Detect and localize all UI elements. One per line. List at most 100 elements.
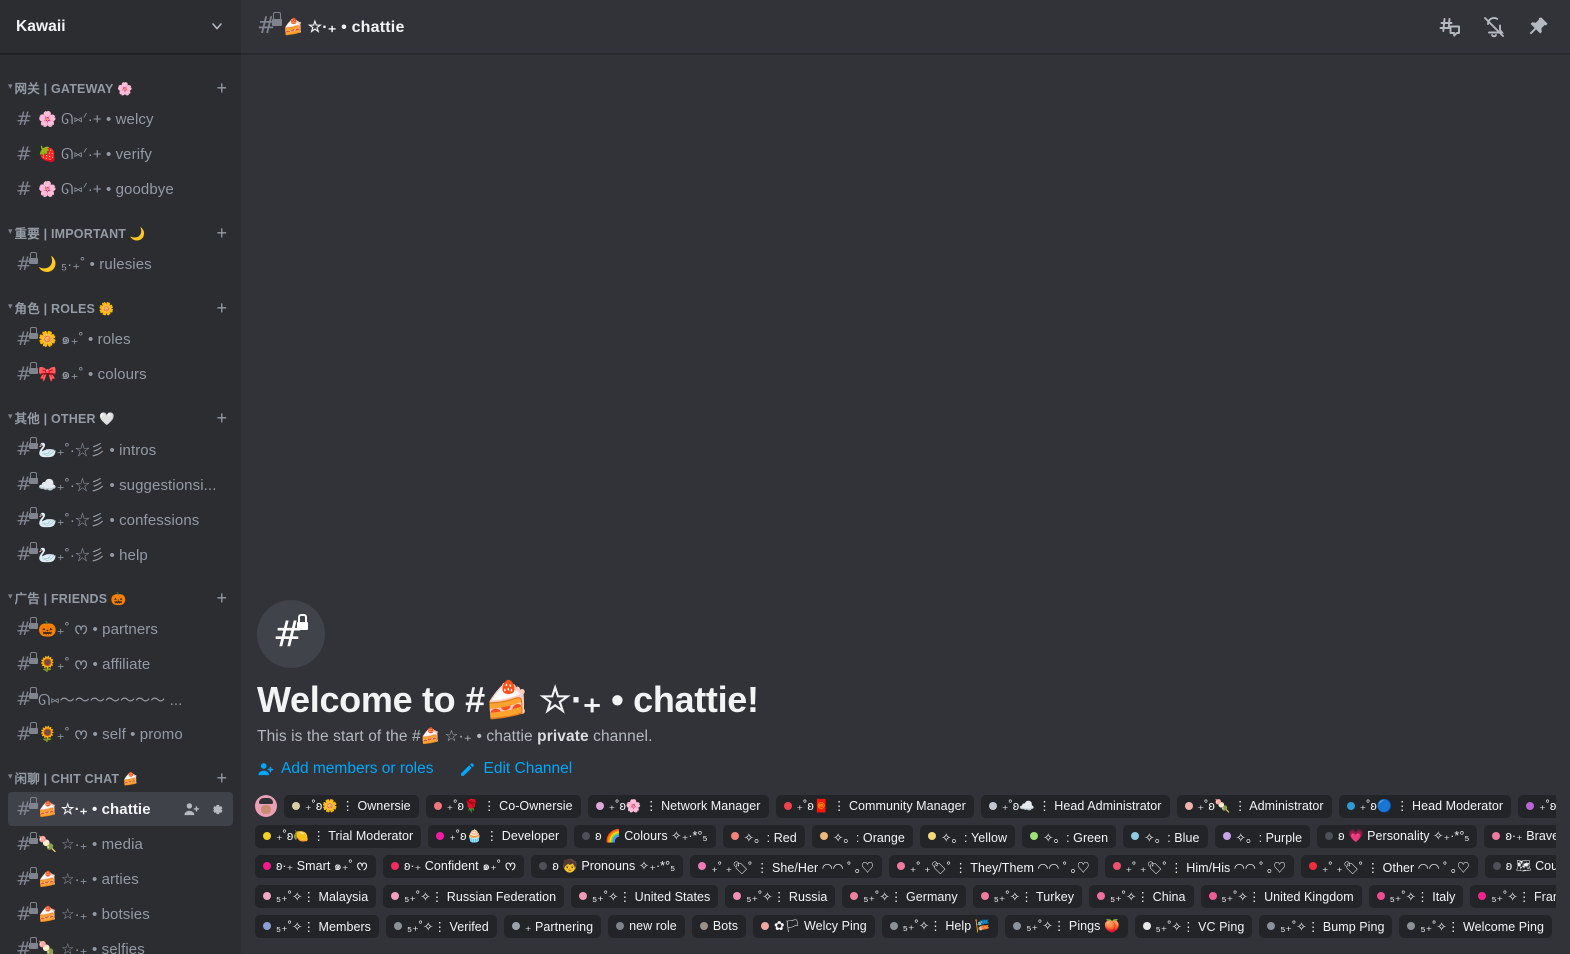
channel-category[interactable]: ▾ 其他 | OTHER 🤍 + <box>0 392 241 431</box>
channel-item[interactable]: # 🍰 ☆·₊ • arties <box>8 862 233 896</box>
role-pill[interactable]: ₅₊˚✧⋮ VC Ping <box>1134 914 1253 938</box>
channel-item[interactable]: # 🍡 ☆·₊ • media <box>8 827 233 861</box>
category-collapse-icon[interactable]: ▾ <box>8 772 13 781</box>
pin-icon[interactable] <box>1526 15 1550 39</box>
channel-category[interactable]: ▾ 重要 | IMPORTANT 🌙 + <box>0 207 241 246</box>
role-pill[interactable]: ✧。: Blue <box>1123 824 1208 848</box>
role-pill[interactable]: ʚ 🌈 Colours ✧₊·*°₅ <box>574 824 716 848</box>
role-pill[interactable]: ₊˚ʚ🌹 ⋮ Co-Ownersie <box>425 794 581 818</box>
role-pill[interactable]: ₅₊˚✧⋮ Russia <box>725 884 836 908</box>
threads-icon[interactable] <box>1438 15 1462 39</box>
role-pill[interactable]: ₅₊˚✧⋮ Members <box>255 914 379 938</box>
role-color-dot <box>889 922 898 930</box>
channel-item[interactable]: # 🌻₊˚ ᰔ • self • promo <box>8 717 233 751</box>
role-pill[interactable]: ₅₊˚✧⋮ Welcome Ping <box>1399 914 1552 938</box>
role-pill[interactable]: ₅₊˚✧⋮ China <box>1089 884 1194 908</box>
channel-item[interactable]: # 🍰 ☆·₊ • botsies <box>8 897 233 931</box>
role-pill[interactable]: ✧。: Purple <box>1214 824 1311 848</box>
create-channel-button[interactable]: + <box>216 589 233 607</box>
role-pill[interactable]: ₅₊˚✧⋮ Turkey <box>972 884 1083 908</box>
category-collapse-icon[interactable]: ▾ <box>8 302 13 311</box>
channel-item[interactable]: # 🍰 ☆·₊ • chattie <box>8 792 233 826</box>
channel-category[interactable]: ▾ 网关 | GATEWAY 🌸 + <box>0 62 241 101</box>
category-collapse-icon[interactable]: ▾ <box>8 412 13 421</box>
welcome-sub-prefix: This is the start of the #🍰 ☆·₊ • chatti… <box>257 728 538 745</box>
role-pill[interactable]: ₊˚ʚ🍡 ⋮ Administrator <box>1176 794 1332 818</box>
channel-item[interactable]: # 🎀 ๑₊˚ • colours <box>8 357 233 391</box>
server-header[interactable]: Kawaii <box>0 0 241 54</box>
role-pill[interactable]: ₅₊˚✧⋮ Bump Ping <box>1259 914 1393 938</box>
role-pill[interactable]: ✿🏳 Welcy Ping <box>753 914 875 938</box>
create-channel-button[interactable]: + <box>216 79 233 97</box>
role-pill[interactable]: ʚ·₊ Smart ๑₊˚ ᰔ <box>255 854 376 878</box>
role-pill[interactable]: ₊˚ʚ🌼 ⋮ Ownersie <box>284 794 419 818</box>
role-pill[interactable]: ₅₊˚✧⋮ Help 🎏 <box>881 914 999 938</box>
channel-item[interactable]: # ☁️₊˚·☆彡 • suggestionsi... <box>8 467 233 501</box>
channel-item[interactable]: # 🌻₊˚ ᰔ • affiliate <box>8 647 233 681</box>
role-pill[interactable]: ₊˚ʚ🍋 ⋮ Trial Moderator <box>255 824 422 848</box>
channel-item[interactable]: # 🌙 ₅·₊˚ • rulesies <box>8 247 233 281</box>
role-pill[interactable]: ✧。: Orange <box>811 824 913 848</box>
role-pill[interactable]: ₊ Partnering <box>503 914 602 938</box>
role-pill[interactable]: ₊˚ ₊🏷˚ ⋮ Him/His ◠◠ ˚ ｡♡ <box>1104 854 1294 878</box>
role-pill[interactable]: ʚ·₊ Confident ๑₊˚ ᰔ <box>382 854 525 878</box>
create-channel-button[interactable]: + <box>216 409 233 427</box>
channel-item[interactable]: # 🌸 ᘏ⑅ᐟ·+ • welcy <box>8 102 233 136</box>
role-pill[interactable]: ₊˚ʚ🌸 ⋮ Network Manager <box>587 794 769 818</box>
add-member-icon[interactable] <box>183 801 200 818</box>
role-pill[interactable]: ₅₊˚✧⋮ Pings 🍑 <box>1005 914 1128 938</box>
gear-icon[interactable] <box>208 801 225 818</box>
channel-item[interactable]: # 🍓 ᘏ⑅ᐟ·+ • verify <box>8 137 233 171</box>
channel-item[interactable]: # 🌼 ๑₊˚ • roles <box>8 322 233 356</box>
channel-item[interactable]: # 🍡 ☆·₊ • selfies <box>8 932 233 954</box>
role-pill[interactable]: ₊˚ʚ☁️ ⋮ Head Administrator <box>980 794 1170 818</box>
create-channel-button[interactable]: + <box>216 299 233 317</box>
create-channel-button[interactable]: + <box>216 769 233 787</box>
channel-category[interactable]: ▾ 角色 | ROLES 🌼 + <box>0 282 241 321</box>
role-label: ₊˚ ₊🏷˚ ⋮ Other ◠◠ ˚ ｡♡ <box>1321 860 1470 875</box>
role-pill[interactable]: ₅₊˚✧⋮ Germany <box>842 884 966 908</box>
role-pill[interactable]: ₅₊˚✧⋮ United States <box>571 884 719 908</box>
role-pill[interactable]: ₅₊˚✧⋮ France <box>1470 884 1556 908</box>
role-pill[interactable]: ʚ 🗺 Countries ✧₊·*°₅ <box>1484 854 1556 878</box>
channel-category[interactable]: ▾ 广告 | FRIENDS 🎃 + <box>0 572 241 611</box>
role-pill[interactable]: new role <box>608 914 685 938</box>
role-pill[interactable]: ₅₊˚✧⋮ Russian Federation <box>383 884 565 908</box>
category-collapse-icon[interactable]: ▾ <box>8 592 13 601</box>
role-pill[interactable]: ʚ·₊ Brave ๑₊˚ ᰔ <box>1484 824 1556 848</box>
category-collapse-icon[interactable]: ▾ <box>8 82 13 91</box>
role-pill[interactable]: ₅₊˚✧⋮ United Kingdom <box>1200 884 1362 908</box>
role-pill[interactable]: ʚ 💗 Personality ✧₊·*°₅ <box>1317 824 1478 848</box>
bell-muted-icon[interactable] <box>1482 15 1506 39</box>
channel-item[interactable]: # 🎃₊˚ ᰔ • partners <box>8 612 233 646</box>
role-pill[interactable]: ₊˚ ₊🏷˚ ⋮ Other ◠◠ ˚ ｡♡ <box>1300 854 1478 878</box>
role-pill[interactable]: ₊˚ ₊🏷˚ ⋮ She/Her ◠◠ ˚ ｡♡ <box>690 854 882 878</box>
role-pill[interactable]: ✧。: Yellow <box>919 824 1016 848</box>
role-pill[interactable]: ₊˚ ₊🏷˚ ⋮ They/Them ◠◠ ˚ ｡♡ <box>888 854 1098 878</box>
role-pill[interactable]: ₅₊˚✧⋮ Malaysia <box>255 884 377 908</box>
role-pill[interactable]: ✧。: Red <box>722 824 805 848</box>
role-pill[interactable]: ₊˚ʚ🔵 ⋮ Head Moderator <box>1338 794 1512 818</box>
role-pill[interactable]: ₅₊˚✧⋮ Verifed <box>386 914 497 938</box>
role-pill[interactable]: ₊˚ʚ🧧 ⋮ Community Manager <box>775 794 974 818</box>
role-pill[interactable]: ₊˚ʚ🧁 ⋮ Developer <box>428 824 568 848</box>
channel-item[interactable]: # 🦢₊˚·☆彡 • confessions <box>8 502 233 536</box>
role-pill[interactable]: ʚ 🧒 Pronouns ✧₊·*°₅ <box>531 854 684 878</box>
role-pill[interactable]: ✧。: Green <box>1022 824 1117 848</box>
role-pill[interactable]: ₅₊˚✧⋮ Italy <box>1368 884 1464 908</box>
add-members-or-roles-link[interactable]: Add members or roles <box>257 760 433 778</box>
create-channel-button[interactable]: + <box>216 224 233 242</box>
avatar[interactable] <box>255 795 277 817</box>
role-pill[interactable]: ₊˚ʚ🔮 ⋮ Moderator <box>1518 794 1556 818</box>
role-label: ✧。: Blue <box>1144 830 1200 845</box>
channel-item[interactable]: # 🌸 ᘏ⑅ᐟ·+ • goodbye <box>8 172 233 206</box>
category-collapse-icon[interactable]: ▾ <box>8 227 13 236</box>
channel-list[interactable]: ▾ 网关 | GATEWAY 🌸 + # 🌸 ᘏ⑅ᐟ·+ • welcy # 🍓 ᘏ⑅ᐟ·+… <box>0 54 241 954</box>
channel-category[interactable]: ▾ 闲聊 | CHIT CHAT 🍰 + <box>0 752 241 791</box>
channel-item[interactable]: # 🦢₊˚·☆彡 • help <box>8 537 233 571</box>
channel-item[interactable]: # 🦢₊˚·☆彡 • intros <box>8 432 233 466</box>
edit-channel-link[interactable]: Edit Channel <box>459 760 572 778</box>
chevron-down-icon[interactable] <box>209 18 225 36</box>
channel-item[interactable]: # ᘏ⑅〜〜〜〜〜〜〜 ... <box>8 682 233 716</box>
role-pill[interactable]: Bots <box>691 914 747 938</box>
